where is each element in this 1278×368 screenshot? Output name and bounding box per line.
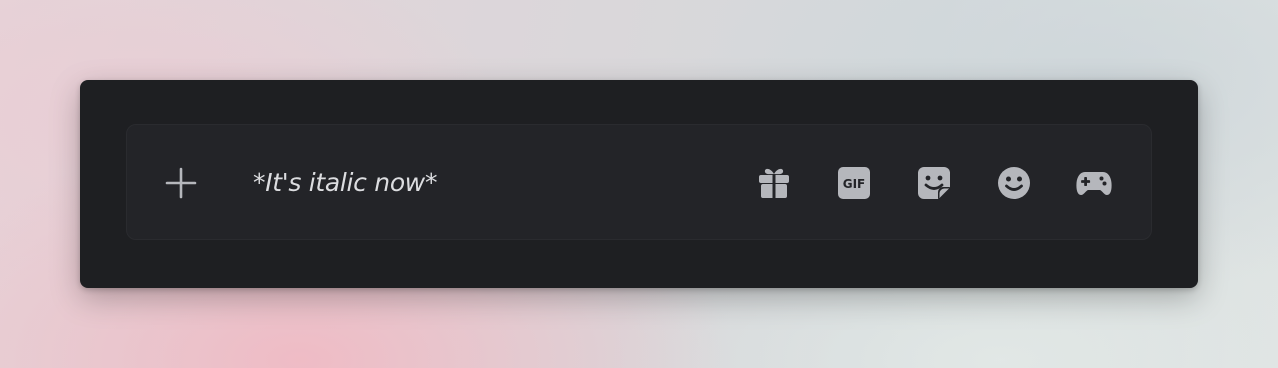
sticker-icon bbox=[918, 167, 950, 199]
sticker-button[interactable] bbox=[914, 164, 954, 202]
message-composer: *It's italic now* GIF bbox=[126, 124, 1152, 240]
gift-button[interactable] bbox=[754, 164, 794, 202]
emoji-button[interactable] bbox=[994, 164, 1034, 202]
gif-button[interactable]: GIF bbox=[834, 164, 874, 202]
plus-icon bbox=[165, 167, 197, 199]
attach-button[interactable] bbox=[161, 165, 201, 201]
gift-icon bbox=[759, 168, 789, 198]
emoji-icon bbox=[998, 167, 1030, 199]
gamepad-icon bbox=[1076, 172, 1112, 195]
message-input[interactable]: *It's italic now* bbox=[253, 161, 733, 205]
gif-label: GIF bbox=[843, 177, 866, 191]
app-window: *It's italic now* GIF bbox=[80, 80, 1198, 288]
gif-icon: GIF bbox=[838, 167, 870, 199]
activities-button[interactable] bbox=[1074, 164, 1114, 202]
